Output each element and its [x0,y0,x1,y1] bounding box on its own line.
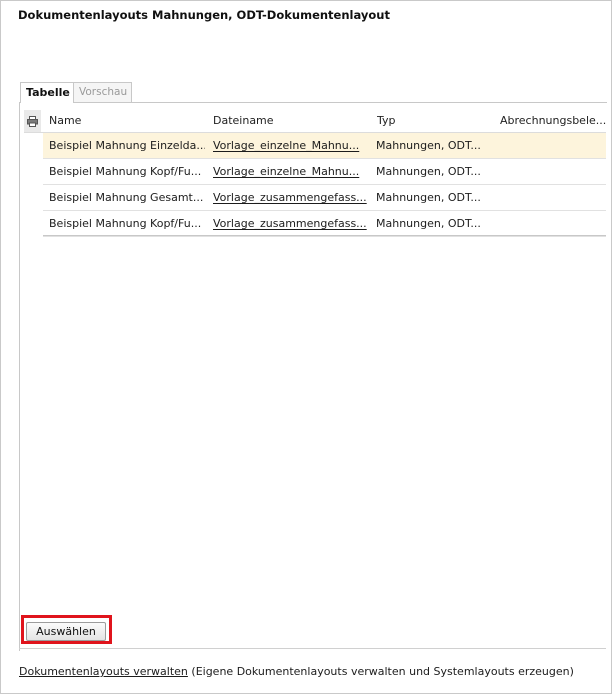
file-link[interactable]: Vorlage_einzelne_Mahnu... [213,139,359,152]
cell-typ: Mahnungen, ODT... [376,191,481,204]
file-link[interactable]: Vorlage_zusammengefass... [213,217,367,230]
cell-typ: Mahnungen, ODT... [376,217,481,230]
cell-abrechnungsbelege [500,211,605,236]
table-bottom-border [43,235,606,236]
file-link[interactable]: Vorlage_zusammengefass... [213,191,367,204]
cell-name: Beispiel Mahnung Einzelda... [49,139,205,152]
table-row[interactable]: Beispiel Mahnung Kopf/Fu... Vorlage_einz… [43,159,606,185]
table-header: Name Dateiname Typ Abrechnungsbele... [24,110,606,133]
printer-icon[interactable] [24,110,41,132]
cell-dateiname: Vorlage_einzelne_Mahnu... [213,133,371,158]
tab-vorschau[interactable]: Vorschau [73,82,132,102]
manage-layouts-link[interactable]: Dokumentenlayouts verwalten [19,665,188,678]
column-header-name[interactable]: Name [49,110,199,132]
cell-name: Beispiel Mahnung Kopf/Fu... [49,165,202,178]
cell-name: Beispiel Mahnung Kopf/Fu... [49,217,202,230]
file-link[interactable]: Vorlage_einzelne_Mahnu... [213,165,359,178]
footer-note: (Eigene Dokumentenlayouts verwalten und … [191,665,574,678]
column-header-typ[interactable]: Typ [377,110,487,132]
column-header-abrechnungsbelege[interactable]: Abrechnungsbele... [500,110,606,132]
table-row[interactable]: Beispiel Mahnung Einzelda... Vorlage_ein… [43,133,606,159]
footer: Dokumentenlayouts verwalten (Eigene Doku… [19,665,574,678]
cell-typ: Mahnungen, ODT... [376,139,481,152]
cell-dateiname: Vorlage_einzelne_Mahnu... [213,159,371,184]
select-button[interactable]: Auswählen [26,622,106,641]
page-title: Dokumentenlayouts Mahnungen, ODT-Dokumen… [18,8,390,22]
panel-divider [19,648,606,649]
tab-tabelle[interactable]: Tabelle [20,82,74,103]
cell-name: Beispiel Mahnung Gesamt... [49,191,204,204]
cell-abrechnungsbelege [500,185,605,210]
cell-abrechnungsbelege [500,133,605,158]
cell-typ: Mahnungen, ODT... [376,165,481,178]
cell-dateiname: Vorlage_zusammengefass... [213,185,371,210]
cell-dateiname: Vorlage_zusammengefass... [213,211,371,236]
table-row[interactable]: Beispiel Mahnung Gesamt... Vorlage_zusam… [43,185,606,211]
column-header-dateiname[interactable]: Dateiname [213,110,363,132]
cell-abrechnungsbelege [500,159,605,184]
table-row[interactable]: Beispiel Mahnung Kopf/Fu... Vorlage_zusa… [43,211,606,237]
